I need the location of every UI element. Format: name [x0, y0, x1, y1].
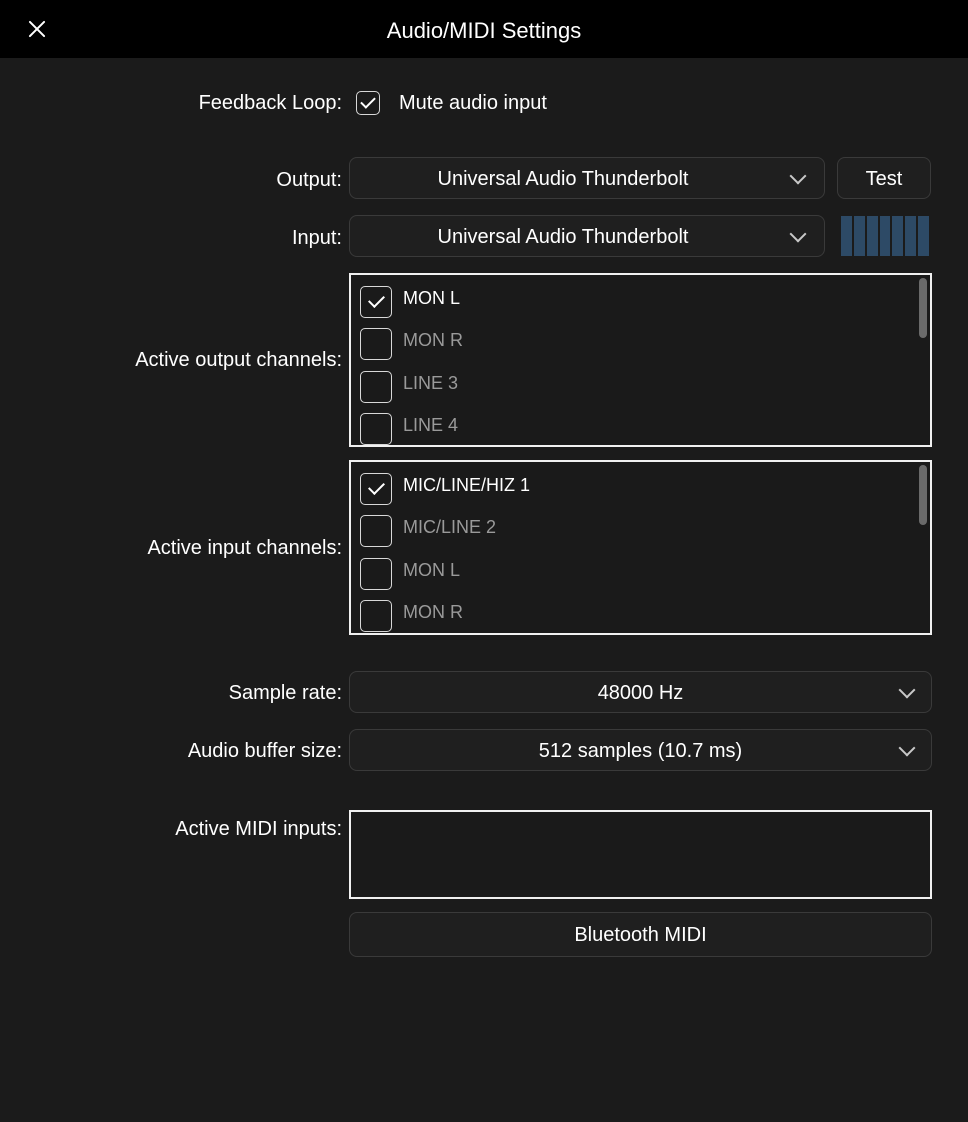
channel-checkbox[interactable] — [360, 286, 392, 318]
active-midi-inputs-list[interactable] — [349, 810, 932, 899]
list-item[interactable]: LINE 3 — [351, 362, 911, 404]
meter-segment — [879, 216, 891, 256]
channel-checkbox[interactable] — [360, 558, 392, 590]
list-item[interactable]: MIC/LINE/HIZ 1 — [351, 464, 911, 506]
audio-buffer-size-dropdown[interactable]: 512 samples (10.7 ms) — [349, 729, 932, 771]
window-title: Audio/MIDI Settings — [386, 18, 582, 43]
sample-rate-dropdown[interactable]: 48000 Hz — [349, 671, 932, 713]
channel-label: MIC/LINE/HIZ 1 — [403, 475, 531, 495]
list-item[interactable]: MIC/LINE 2 — [351, 506, 911, 548]
output-dropdown-value: Universal Audio Thunderbolt — [437, 168, 689, 190]
list-item[interactable]: LINE 4 — [351, 404, 911, 445]
bluetooth-midi-button[interactable]: Bluetooth MIDI — [349, 912, 932, 957]
test-button[interactable]: Test — [837, 157, 931, 199]
channel-label: MIC/LINE 2 — [403, 517, 497, 537]
meter-segment — [905, 216, 917, 256]
chevron-down-icon — [789, 167, 807, 185]
input-level-meter — [841, 216, 930, 256]
active-output-channels-list[interactable]: MON L MON R LINE 3 LINE 4 — [349, 273, 932, 447]
mute-audio-input-label[interactable]: Mute audio input — [399, 92, 547, 115]
list-item[interactable]: MON L — [351, 277, 911, 319]
title-bar: Audio/MIDI Settings — [0, 0, 968, 58]
mute-audio-input-checkbox[interactable] — [356, 91, 380, 115]
input-label: Input: — [291, 227, 342, 249]
close-icon[interactable] — [22, 14, 52, 44]
meter-segment — [866, 216, 878, 256]
scrollbar[interactable] — [919, 465, 927, 525]
sample-rate-value: 48000 Hz — [597, 682, 684, 704]
input-dropdown-value: Universal Audio Thunderbolt — [437, 226, 689, 248]
active-output-channels-label: Active output channels: — [135, 349, 342, 371]
active-input-channels-label: Active input channels: — [147, 537, 342, 559]
meter-segment — [918, 216, 930, 256]
channel-label: LINE 3 — [403, 373, 459, 393]
feedback-loop-label: Feedback Loop: — [198, 92, 342, 114]
meter-segment — [892, 216, 904, 256]
list-item[interactable]: MON R — [351, 591, 911, 633]
list-item[interactable]: MON L — [351, 549, 911, 591]
channel-checkbox[interactable] — [360, 371, 392, 403]
output-label: Output: — [276, 169, 342, 191]
channel-checkbox[interactable] — [360, 328, 392, 360]
input-dropdown[interactable]: Universal Audio Thunderbolt — [349, 215, 825, 257]
audio-buffer-size-value: 512 samples (10.7 ms) — [538, 740, 743, 762]
scrollbar[interactable] — [919, 278, 927, 338]
channel-checkbox[interactable] — [360, 600, 392, 632]
channel-label: LINE 4 — [403, 415, 459, 435]
channel-checkbox[interactable] — [360, 515, 392, 547]
channel-label: MON R — [403, 602, 463, 622]
audio-buffer-size-label: Audio buffer size: — [187, 740, 342, 762]
output-dropdown[interactable]: Universal Audio Thunderbolt — [349, 157, 825, 199]
list-item[interactable]: MON R — [351, 319, 911, 361]
active-input-channels-list[interactable]: MIC/LINE/HIZ 1 MIC/LINE 2 MON L MON R — [349, 460, 932, 635]
channel-checkbox[interactable] — [360, 413, 392, 445]
meter-segment — [841, 216, 852, 256]
active-midi-inputs-label: Active MIDI inputs: — [175, 818, 342, 840]
channel-label: MON R — [403, 330, 463, 350]
channel-checkbox[interactable] — [360, 473, 392, 505]
channel-label: MON L — [403, 560, 461, 580]
meter-segment — [853, 216, 865, 256]
sample-rate-label: Sample rate: — [228, 682, 342, 704]
channel-label: MON L — [403, 288, 461, 308]
chevron-down-icon — [789, 225, 807, 243]
